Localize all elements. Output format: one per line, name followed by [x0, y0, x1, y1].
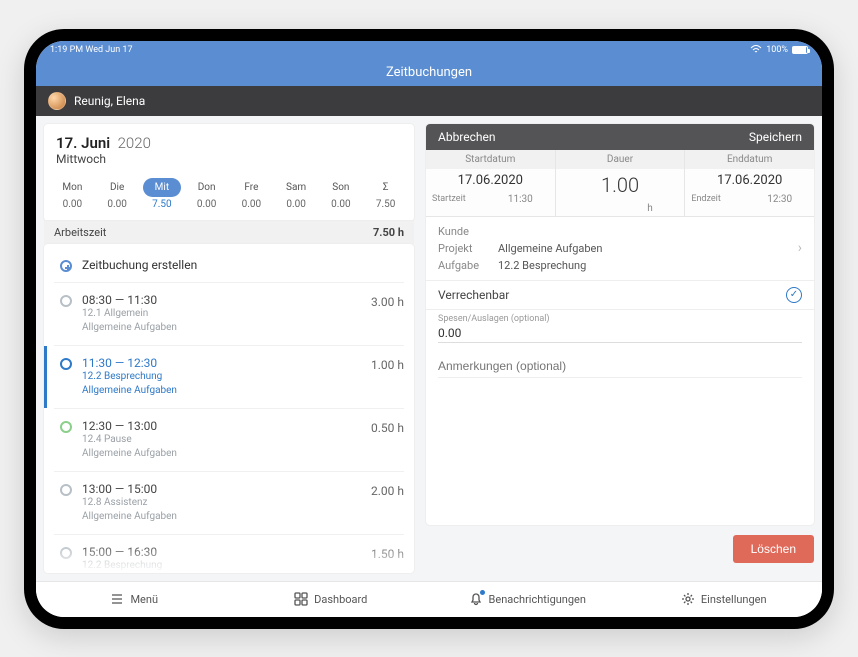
notification-dot — [480, 590, 485, 595]
bottom-bar: Menü Dashboard Benachrichtigungen Einste… — [36, 581, 822, 617]
timeline-bullet — [60, 421, 72, 433]
week-col[interactable]: Mon0.00 — [50, 178, 95, 210]
timeline-bullet — [60, 295, 72, 307]
notes-input[interactable] — [438, 355, 802, 378]
status-bar: 1:19 PM Wed Jun 17 100% — [36, 41, 822, 59]
create-entry[interactable]: Zeitbuchung erstellen — [54, 248, 404, 283]
app-title: Zeitbuchungen — [36, 59, 822, 86]
entries-list: Zeitbuchung erstellen 08:30 — 11:3012.1 … — [44, 244, 414, 573]
week-col[interactable]: Die0.00 — [95, 178, 140, 210]
user-name: Reunig, Elena — [74, 94, 145, 108]
wifi-icon — [750, 45, 762, 54]
expenses-field: Spesen/Auslagen (optional) 0.00 — [426, 310, 814, 351]
week-bar: Mon0.00Die0.00Mit7.50Don0.00Fre0.00Sam0.… — [44, 172, 414, 221]
nav-settings[interactable]: Einstellungen — [626, 582, 823, 617]
cancel-button[interactable]: Abbrechen — [438, 130, 496, 144]
user-bar[interactable]: Reunig, Elena — [36, 86, 822, 116]
timeline-bullet — [60, 484, 72, 496]
notes-field — [426, 351, 814, 386]
menu-icon — [110, 592, 124, 606]
week-col[interactable]: Son0.00 — [319, 178, 364, 210]
timeline-bullet — [60, 358, 72, 370]
bell-icon — [469, 592, 483, 606]
week-col[interactable]: Sam0.00 — [274, 178, 319, 210]
delete-button[interactable]: Löschen — [733, 535, 814, 563]
time-entry[interactable]: 13:00 — 15:0012.8 AssistenzAllgemeine Au… — [54, 472, 404, 535]
worktime-row: Arbeitszeit 7.50 h — [44, 221, 414, 244]
battery-pct: 100% — [766, 45, 788, 55]
week-col[interactable]: Mit7.50 — [140, 178, 185, 210]
dashboard-icon — [294, 592, 308, 606]
status-time: 1:19 PM Wed Jun 17 — [50, 45, 133, 55]
time-entry[interactable]: 08:30 — 11:3012.1 AllgemeinAllgemeine Au… — [54, 283, 404, 346]
gear-icon — [681, 592, 695, 606]
avatar — [48, 92, 66, 110]
check-icon: ✓ — [786, 287, 802, 303]
week-col[interactable]: Fre0.00 — [229, 178, 274, 210]
detail-dates: Startdatum 17.06.2020 Startzeit11:30 Dau… — [426, 150, 814, 217]
nav-dashboard[interactable]: Dashboard — [233, 582, 430, 617]
detail-project[interactable]: Kunde ProjektAllgemeine Aufgaben Aufgabe… — [426, 217, 814, 280]
week-col[interactable]: Don0.00 — [184, 178, 229, 210]
save-button[interactable]: Speichern — [749, 130, 802, 144]
plus-icon — [60, 260, 72, 272]
time-entry[interactable]: 11:30 — 12:3012.2 BesprechungAllgemeine … — [54, 346, 404, 409]
device-frame: 1:19 PM Wed Jun 17 100% Zeitbuchungen Re… — [24, 29, 834, 629]
chevron-right-icon: › — [798, 240, 802, 256]
nav-notifications[interactable]: Benachrichtigungen — [429, 582, 626, 617]
week-col[interactable]: Σ7.50 — [363, 178, 408, 210]
time-entry[interactable]: 12:30 — 13:0012.4 PauseAllgemeine Aufgab… — [54, 409, 404, 472]
billable-toggle[interactable]: Verrechenbar ✓ — [426, 280, 814, 310]
date-header: 17. Juni 2020 Mittwoch — [44, 124, 414, 172]
battery-icon — [792, 46, 808, 54]
nav-menu[interactable]: Menü — [36, 582, 233, 617]
screen: 1:19 PM Wed Jun 17 100% Zeitbuchungen Re… — [36, 41, 822, 617]
